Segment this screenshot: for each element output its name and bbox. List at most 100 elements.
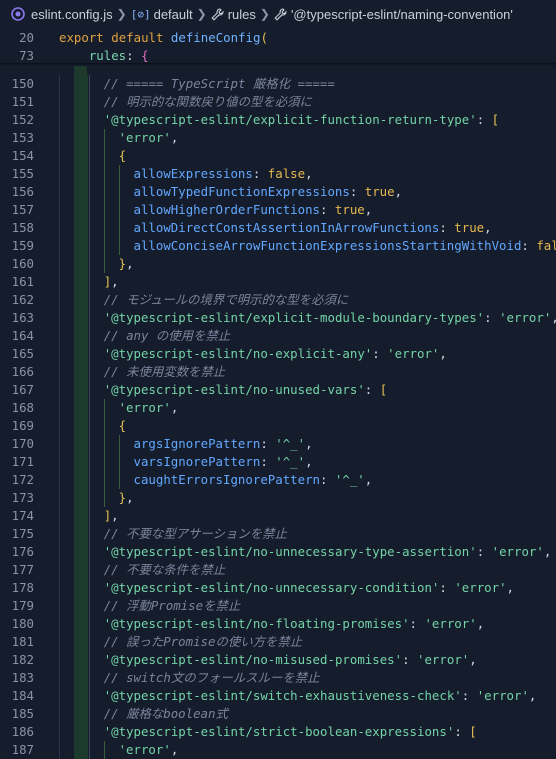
indent-guide xyxy=(89,723,90,741)
indent-guide xyxy=(104,471,105,489)
indent-guide xyxy=(59,741,60,759)
code-token: , xyxy=(439,346,446,361)
indent-guide xyxy=(89,183,90,201)
indent-guide xyxy=(89,75,90,93)
code-row: 178'@typescript-eslint/no-unnecessary-co… xyxy=(0,579,556,597)
code-token: [ xyxy=(492,112,499,127)
code-line: '@typescript-eslint/explicit-module-boun… xyxy=(104,309,556,327)
indent-guide xyxy=(89,201,90,219)
code-token: , xyxy=(126,256,133,271)
code-token: : xyxy=(126,48,141,63)
indent-guide xyxy=(59,381,60,399)
code-token: 'error' xyxy=(119,742,171,757)
indent-guide xyxy=(74,435,88,453)
indent-guide xyxy=(119,435,120,453)
code-line: ], xyxy=(104,507,119,525)
code-token: // 浮動Promiseを禁止 xyxy=(104,598,241,613)
indent-guide xyxy=(59,147,60,165)
code-row: 170argsIgnorePattern: '^_', xyxy=(0,435,556,453)
line-number: 154 xyxy=(0,147,34,165)
indent-guide xyxy=(59,291,60,309)
code-line: // any の使用を禁止 xyxy=(104,327,231,345)
code-row: 173}, xyxy=(0,489,556,507)
code-line: allowConciseArrowFunctionExpressionsStar… xyxy=(134,237,556,255)
indent-guide xyxy=(59,597,60,615)
code-token: : xyxy=(521,238,536,253)
indent-guide xyxy=(119,183,120,201)
indent-guide xyxy=(89,399,90,417)
indent-guide xyxy=(59,237,60,255)
indent-guide xyxy=(89,255,90,273)
code-row: 187'error', xyxy=(0,741,556,759)
indent-guide xyxy=(89,237,90,255)
breadcrumb-rules[interactable]: rules xyxy=(211,7,256,22)
code-token: varsIgnorePattern xyxy=(134,454,261,469)
line-number: 182 xyxy=(0,651,34,669)
code-token: : xyxy=(365,382,380,397)
indent-guide xyxy=(59,399,60,417)
indent-guide xyxy=(59,723,60,741)
code-line: // モジュールの境界で明示的な型を必須に xyxy=(104,291,349,309)
code-line: // 未使用変数を禁止 xyxy=(104,363,226,381)
code-token: : xyxy=(439,220,454,235)
code-token: '@typescript-eslint/no-unnecessary-type-… xyxy=(104,544,477,559)
line-number: 159 xyxy=(0,237,34,255)
indent-guide xyxy=(89,147,90,165)
indent-guide xyxy=(89,579,90,597)
code-token: '@typescript-eslint/strict-boolean-expre… xyxy=(104,724,455,739)
symbol-object-icon: [⊘] xyxy=(131,8,151,21)
code-token: // 厳格なboolean式 xyxy=(104,706,228,721)
indent-guide xyxy=(74,471,88,489)
code-token: , xyxy=(111,274,118,289)
line-number: 150 xyxy=(0,75,34,93)
code-token: // 誤ったPromiseの使い方を禁止 xyxy=(104,634,303,649)
code-line: // 不要な型アサーションを禁止 xyxy=(104,525,287,543)
sticky-scroll-line[interactable]: 20export default defineConfig( xyxy=(0,29,556,47)
indent-guide xyxy=(59,453,60,471)
indent-guide xyxy=(74,363,88,381)
code-line: '@typescript-eslint/strict-boolean-expre… xyxy=(104,723,477,741)
code-line: argsIgnorePattern: '^_', xyxy=(134,435,313,453)
code-line: { xyxy=(119,147,126,165)
indent-guide xyxy=(74,147,88,165)
code-token: : xyxy=(320,202,335,217)
code-row: 168'error', xyxy=(0,399,556,417)
code-token: // ===== TypeScript 厳格化 ===== xyxy=(104,76,335,91)
code-token: '@typescript-eslint/switch-exhaustivenes… xyxy=(104,688,462,703)
indent-guide xyxy=(74,579,88,597)
code-line: caughtErrorsIgnorePattern: '^_', xyxy=(134,471,373,489)
chevron-right-icon: ❯ xyxy=(197,7,207,21)
code-token: 'error' xyxy=(492,544,544,559)
code-line: '@typescript-eslint/no-unused-vars': [ xyxy=(104,381,387,399)
code-row: 160}, xyxy=(0,255,556,273)
code-line: // 明示的な関数戻り値の型を必須に xyxy=(104,93,312,111)
code-token: , xyxy=(171,130,178,145)
code-token: , xyxy=(305,436,312,451)
indent-guide xyxy=(74,651,88,669)
indent-guide xyxy=(89,309,90,327)
code-token: true xyxy=(365,184,395,199)
indent-guide xyxy=(59,129,60,147)
indent-guide xyxy=(89,381,90,399)
breadcrumb-file[interactable]: eslint.config.js xyxy=(11,7,113,22)
code-row: 167'@typescript-eslint/no-unused-vars': … xyxy=(0,381,556,399)
line-number: 175 xyxy=(0,525,34,543)
code-token: : xyxy=(372,346,387,361)
line-number: 165 xyxy=(0,345,34,363)
breadcrumb-naming-convention[interactable]: '@typescript-eslint/naming-convention' xyxy=(274,7,513,22)
indent-guide xyxy=(59,651,60,669)
indent-guide xyxy=(119,201,120,219)
indent-guide xyxy=(74,327,88,345)
code-token: default xyxy=(111,30,163,45)
indent-guide xyxy=(74,183,88,201)
code-line: // 厳格なboolean式 xyxy=(104,705,228,723)
indent-guide xyxy=(89,561,90,579)
code-token: '@typescript-eslint/no-unused-vars' xyxy=(104,382,365,397)
breadcrumb-default[interactable]: [⊘] default xyxy=(131,7,193,22)
code-token: { xyxy=(119,148,126,163)
indent-guide xyxy=(59,615,60,633)
code-line: allowDirectConstAssertionInArrowFunction… xyxy=(134,219,492,237)
indent-guide xyxy=(119,471,120,489)
indent-guide xyxy=(89,165,90,183)
code-token: : xyxy=(350,184,365,199)
